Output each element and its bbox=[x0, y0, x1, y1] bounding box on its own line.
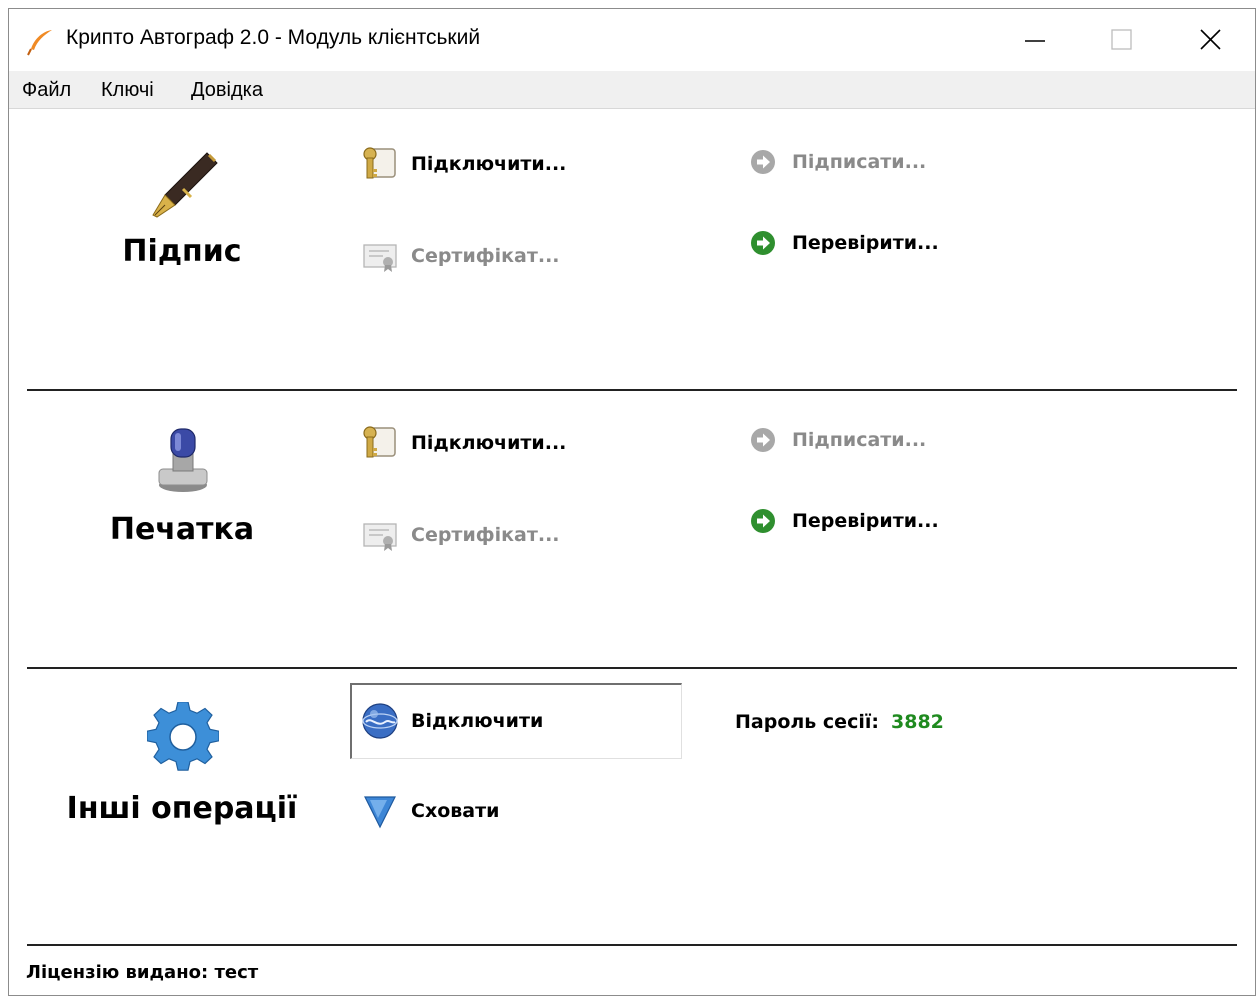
menu-keys[interactable]: Ключі bbox=[101, 79, 154, 102]
section-title-stamp: Печатка bbox=[109, 512, 255, 547]
menu-help[interactable]: Довідка bbox=[191, 79, 263, 102]
disconnect-label: Відключити bbox=[411, 710, 544, 732]
stamp-connect-label: Підключити... bbox=[411, 432, 567, 454]
signature-sign-button[interactable]: Підписати... bbox=[750, 149, 926, 175]
key-document-icon bbox=[363, 147, 396, 179]
stamp-certificate-button[interactable]: Сертифікат... bbox=[361, 516, 560, 554]
gear-icon bbox=[147, 702, 219, 771]
signature-sign-label: Підписати... bbox=[792, 151, 927, 173]
signature-verify-label: Перевірити... bbox=[792, 232, 939, 254]
divider bbox=[27, 667, 1237, 669]
certificate-icon bbox=[363, 523, 397, 551]
signature-connect-button[interactable]: Підключити... bbox=[361, 145, 566, 183]
feather-pen-icon bbox=[27, 30, 52, 56]
disconnect-button[interactable]: Відключити bbox=[361, 702, 543, 740]
minimize-button[interactable] bbox=[1005, 17, 1065, 63]
arrow-circle-icon bbox=[751, 150, 775, 174]
signature-verify-button[interactable]: Перевірити... bbox=[750, 230, 939, 256]
app-window: Крипто Автограф 2.0 - Модуль клієнтський… bbox=[8, 8, 1256, 996]
stamp-connect-button[interactable]: Підключити... bbox=[361, 424, 566, 462]
fountain-pen-icon bbox=[152, 152, 218, 218]
session-password-value: 3882 bbox=[891, 711, 944, 733]
signature-certificate-label: Сертифікат... bbox=[411, 245, 560, 267]
stamp-sign-button[interactable]: Підписати... bbox=[750, 427, 926, 453]
window-title: Крипто Автограф 2.0 - Модуль клієнтський bbox=[66, 26, 481, 49]
stamp-certificate-label: Сертифікат... bbox=[411, 524, 560, 546]
hide-label: Сховати bbox=[411, 800, 500, 822]
stamp-verify-button[interactable]: Перевірити... bbox=[750, 508, 939, 534]
stamp-sign-label: Підписати... bbox=[792, 429, 927, 451]
section-title-signature: Підпис bbox=[122, 234, 242, 269]
key-document-icon bbox=[363, 426, 396, 458]
globe-icon bbox=[362, 703, 398, 739]
certificate-icon bbox=[363, 244, 397, 272]
signature-certificate-button[interactable]: Сертифікат... bbox=[361, 237, 560, 275]
arrow-circle-icon bbox=[751, 428, 775, 452]
arrow-circle-icon bbox=[751, 509, 775, 533]
menu-bar: Файл Ключі Довідка bbox=[9, 71, 1255, 109]
title-bar[interactable]: Крипто Автограф 2.0 - Модуль клієнтський bbox=[9, 9, 1255, 71]
signature-connect-label: Підключити... bbox=[411, 153, 567, 175]
close-button[interactable] bbox=[1181, 17, 1241, 63]
divider bbox=[27, 389, 1237, 391]
stamp-verify-label: Перевірити... bbox=[792, 510, 939, 532]
maximize-button[interactable] bbox=[1091, 17, 1151, 63]
hide-button[interactable]: Сховати bbox=[361, 792, 499, 830]
menu-file[interactable]: Файл bbox=[22, 79, 71, 102]
license-info: Ліцензію видано: тест bbox=[26, 962, 259, 983]
session-password-label: Пароль сесії: bbox=[735, 711, 879, 733]
arrow-circle-icon bbox=[751, 231, 775, 255]
section-title-other: Інші операції bbox=[66, 791, 298, 826]
triangle-down-icon bbox=[364, 796, 396, 829]
rubber-stamp-icon bbox=[158, 428, 208, 492]
divider bbox=[27, 944, 1237, 946]
